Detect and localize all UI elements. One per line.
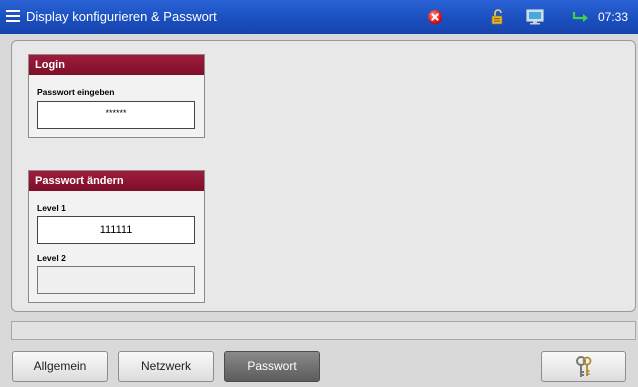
keys-button[interactable] xyxy=(541,351,626,382)
tab-passwort[interactable]: Passwort xyxy=(224,351,320,382)
window-title: Display konfigurieren & Passwort xyxy=(26,9,217,24)
monitor-icon[interactable] xyxy=(526,9,544,25)
clock: 07:33 xyxy=(598,10,629,24)
password-input[interactable]: ****** xyxy=(37,101,195,129)
status-bar xyxy=(11,321,636,340)
lock-icon[interactable] xyxy=(491,8,507,26)
login-header: Login xyxy=(29,55,204,75)
return-arrow-icon[interactable] xyxy=(572,11,590,23)
change-password-header: Passwort ändern xyxy=(29,171,204,191)
hamburger-menu-icon[interactable] xyxy=(6,10,20,22)
password-input-label: Passwort eingeben xyxy=(37,87,115,97)
keys-icon xyxy=(576,356,592,377)
change-password-group: Passwort ändern Level 1 111111 Level 2 xyxy=(28,170,205,303)
level1-label: Level 1 xyxy=(37,203,66,213)
level1-password-field[interactable]: 111111 xyxy=(37,216,195,244)
login-group: Login Passwort eingeben ****** xyxy=(28,54,205,138)
error-x-icon[interactable] xyxy=(428,10,442,24)
tab-allgemein[interactable]: Allgemein xyxy=(12,351,108,382)
title-bar: Display konfigurieren & Passwort 07:33 xyxy=(0,0,638,34)
level2-label: Level 2 xyxy=(37,253,66,263)
tab-netzwerk[interactable]: Netzwerk xyxy=(118,351,214,382)
level2-password-field[interactable] xyxy=(37,266,195,294)
